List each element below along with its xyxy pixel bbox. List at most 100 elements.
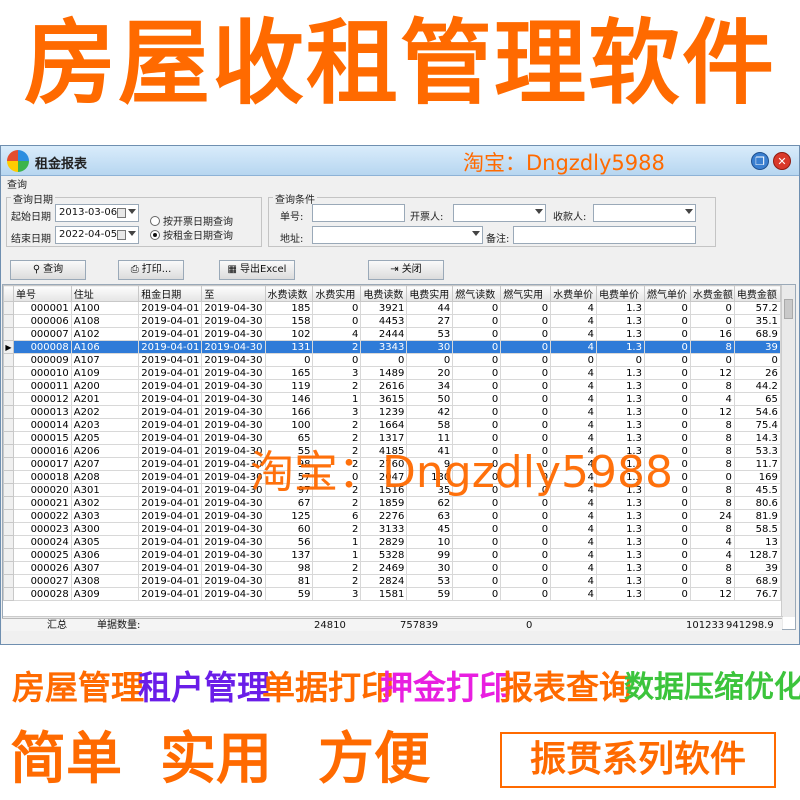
current-row-arrow-icon[interactable]: ▶ [3, 340, 14, 354]
row-indicator[interactable] [3, 444, 14, 458]
restore-button[interactable]: ❐ [751, 152, 769, 170]
issuer-select[interactable] [453, 204, 546, 222]
table-cell: 0 [643, 522, 691, 536]
table-cell: 3343 [360, 340, 408, 354]
row-indicator[interactable] [3, 496, 14, 510]
row-indicator[interactable] [3, 366, 14, 380]
binoculars-icon: ⚲ [32, 264, 41, 275]
column-header[interactable]: 燃气实用 [500, 285, 552, 302]
row-indicator[interactable] [3, 535, 14, 549]
row-indicator[interactable] [3, 405, 14, 419]
table-row[interactable]: 000010 A109 2019-04-01 2019-04-30 165 3 1489 20… [3, 366, 795, 380]
row-indicator[interactable] [3, 392, 14, 406]
table-row[interactable]: 000007 A102 2019-04-01 2019-04-30 102 4 2444 53… [3, 327, 795, 341]
table-cell: 2019-04-01 [138, 496, 203, 510]
table-cell: 000024 [12, 535, 72, 549]
table-cell: 100 [264, 418, 314, 432]
table-row[interactable]: 000012 A201 2019-04-01 2019-04-30 146 1 3615 50… [3, 392, 795, 406]
table-cell: 4 [550, 379, 598, 393]
bill-no-input[interactable] [312, 204, 405, 222]
column-header[interactable]: 电费实用 [406, 285, 454, 302]
row-indicator[interactable] [3, 431, 14, 445]
table-row[interactable]: 000025 A306 2019-04-01 2019-04-30 137 1 5328 99… [3, 548, 795, 562]
table-cell: 8 [689, 418, 735, 432]
table-cell: 000010 [12, 366, 72, 380]
feature-tenant-management: 租户管理 [138, 668, 270, 707]
close-window-button[interactable]: ✕ [773, 152, 791, 170]
start-date-picker[interactable]: 2013-03-06 [55, 204, 139, 222]
column-header[interactable]: 水费实用 [312, 285, 362, 302]
table-row[interactable]: 000027 A308 2019-04-01 2019-04-30 81 2 2824 53 0… [3, 574, 795, 588]
column-header[interactable]: 水费读数 [264, 285, 314, 302]
brand-label: 振贯系列软件 [500, 732, 776, 788]
row-indicator[interactable] [3, 418, 14, 432]
query-button[interactable]: ⚲ 查询 [10, 260, 86, 280]
row-indicator[interactable] [3, 470, 14, 484]
column-header[interactable]: 单号 [12, 285, 72, 302]
column-header[interactable]: 租金日期 [138, 285, 203, 302]
row-indicator[interactable] [3, 457, 14, 471]
row-indicator[interactable] [3, 522, 14, 536]
column-header[interactable]: 电费读数 [360, 285, 408, 302]
table-cell: 2019-04-30 [201, 405, 266, 419]
table-cell: 000016 [12, 444, 72, 458]
vertical-scrollbar[interactable] [781, 285, 795, 617]
table-cell: 24 [689, 509, 735, 523]
scroll-thumb[interactable] [784, 299, 793, 319]
table-cell: 0 [500, 535, 552, 549]
collector-label: 收款人: [553, 212, 587, 223]
table-cell: 59 [406, 587, 454, 601]
column-header[interactable]: 燃气单价 [643, 285, 691, 302]
table-row[interactable]: 000024 A305 2019-04-01 2019-04-30 56 1 2829 10 0… [3, 535, 795, 549]
table-cell: 2019-04-30 [201, 418, 266, 432]
table-cell: 0 [452, 392, 502, 406]
table-cell: 68.9 [733, 574, 781, 588]
row-indicator[interactable] [3, 561, 14, 575]
table-cell: 2019-04-01 [138, 522, 203, 536]
collector-select[interactable] [593, 204, 696, 222]
table-row[interactable]: ▶ 000008 A106 2019-04-01 2019-04-30 131 2 3343 3… [3, 340, 795, 354]
row-indicator[interactable] [3, 379, 14, 393]
end-date-picker[interactable]: 2022-04-05 [55, 226, 139, 244]
end-date-value: 2022-04-05 [59, 229, 118, 240]
row-indicator[interactable] [3, 509, 14, 523]
table-row[interactable]: 000014 A203 2019-04-01 2019-04-30 100 2 1664 58… [3, 418, 795, 432]
row-indicator[interactable] [3, 353, 14, 367]
address-select[interactable] [312, 226, 483, 244]
table-cell: A206 [70, 444, 140, 458]
row-indicator[interactable] [3, 314, 14, 328]
row-indicator[interactable] [3, 574, 14, 588]
table-row[interactable]: 000026 A307 2019-04-01 2019-04-30 98 2 2469 30 0… [3, 561, 795, 575]
table-cell: 0 [500, 548, 552, 562]
row-indicator[interactable] [3, 327, 14, 341]
column-header[interactable]: 住址 [70, 285, 140, 302]
note-input[interactable] [513, 226, 696, 244]
column-header[interactable]: 水费金额 [689, 285, 735, 302]
column-header[interactable]: 水费单价 [550, 285, 598, 302]
column-header[interactable]: 燃气读数 [452, 285, 502, 302]
table-row[interactable]: 000011 A200 2019-04-01 2019-04-30 119 2 2616 34… [3, 379, 795, 393]
table-cell: 1664 [360, 418, 408, 432]
row-indicator[interactable] [3, 301, 14, 315]
radio-invoice-date[interactable]: 按开票日期查询 [150, 213, 233, 228]
print-button[interactable]: ⎙ 打印... [118, 260, 184, 280]
table-row[interactable]: 000006 A108 2019-04-01 2019-04-30 158 0 4453 27… [3, 314, 795, 328]
export-excel-button[interactable]: ▦ 导出Excel [219, 260, 295, 280]
close-button[interactable]: ⇥ 关闭 [368, 260, 444, 280]
table-row[interactable]: 000023 A300 2019-04-01 2019-04-30 60 2 3133 45 0… [3, 522, 795, 536]
table-cell: 0 [500, 353, 552, 367]
table-row[interactable]: 000022 A303 2019-04-01 2019-04-30 125 6 2276 63… [3, 509, 795, 523]
row-indicator[interactable] [3, 548, 14, 562]
column-header[interactable]: 至 [201, 285, 266, 302]
table-row[interactable]: 000013 A202 2019-04-01 2019-04-30 166 3 1239 42… [3, 405, 795, 419]
radio-rent-date[interactable]: 按租金日期查询 [150, 227, 233, 242]
row-indicator[interactable] [3, 483, 14, 497]
table-cell: 10 [406, 535, 454, 549]
table-row[interactable]: 000028 A309 2019-04-01 2019-04-30 59 3 1581 59 0… [3, 587, 795, 601]
row-indicator[interactable] [3, 587, 14, 601]
table-row[interactable]: 000009 A107 2019-04-01 2019-04-30 0 0 0 0 0 0 0 0 0 0… [3, 353, 795, 367]
column-header[interactable]: 电费金额 [733, 285, 781, 302]
table-cell: 158 [264, 314, 314, 328]
column-header[interactable]: 电费单价 [596, 285, 645, 302]
table-row[interactable]: 000001 A100 2019-04-01 2019-04-30 185 0 3921 44… [3, 301, 795, 315]
